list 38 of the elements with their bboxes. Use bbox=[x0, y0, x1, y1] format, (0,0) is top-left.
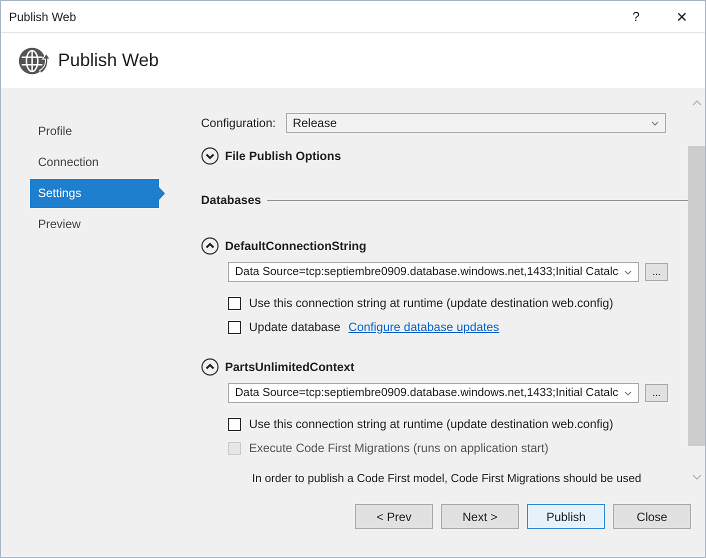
dropdown-chevron-icon bbox=[650, 120, 659, 126]
dialog-heading: Publish Web bbox=[58, 50, 159, 71]
connection-name: DefaultConnectionString bbox=[225, 239, 366, 253]
window-title: Publish Web bbox=[9, 10, 78, 24]
browse-button[interactable]: ... bbox=[645, 263, 668, 281]
sidebar-item[interactable]: Settings bbox=[30, 179, 165, 208]
checkbox-label: Update database bbox=[249, 320, 340, 334]
dialog-button[interactable]: Next > bbox=[441, 504, 519, 529]
close-button[interactable]: ✕ bbox=[659, 2, 705, 32]
help-button[interactable]: ? bbox=[613, 2, 659, 32]
scrollbar-thumb[interactable] bbox=[688, 146, 705, 446]
configuration-dropdown[interactable]: Release bbox=[286, 113, 666, 133]
info-text: In order to publish a Code First model, Code First Migrations should be used bbox=[251, 473, 642, 485]
browse-button[interactable]: ... bbox=[645, 384, 668, 402]
checkbox-label: Use this connection string at runtime (update destination web.config) bbox=[249, 296, 614, 310]
expand-icon[interactable] bbox=[201, 147, 219, 165]
checkbox[interactable] bbox=[228, 296, 241, 310]
checkbox-label: Use this connection string at runtime (update destination web.config) bbox=[249, 417, 614, 431]
checkbox[interactable] bbox=[228, 320, 241, 334]
sidebar-item[interactable]: Connection bbox=[30, 148, 165, 177]
checkbox-label: Execute Code First Migrations (runs on application start) bbox=[249, 441, 548, 455]
dialog-button[interactable]: < Prev bbox=[355, 504, 433, 529]
collapse-icon[interactable] bbox=[201, 358, 219, 376]
sidebar-item[interactable]: Preview bbox=[30, 210, 165, 239]
section-title: Databases bbox=[201, 193, 262, 207]
connection-name: PartsUnlimitedContext bbox=[225, 360, 354, 374]
connection-string-dropdown[interactable]: Data Source=tcp:septiembre0909.database.windows.net,1433;Initial Catalc bbox=[228, 383, 639, 403]
sidebar-item[interactable]: Profile bbox=[30, 117, 165, 146]
checkbox[interactable] bbox=[228, 418, 241, 430]
dropdown-chevron-icon bbox=[624, 390, 632, 396]
configuration-label: Configuration: bbox=[201, 116, 276, 130]
collapse-icon[interactable] bbox=[201, 237, 219, 255]
connection-string-dropdown[interactable]: Data Source=tcp:septiembre0909.database.windows.net,1433;Initial Catalc bbox=[228, 262, 639, 282]
dialog-button[interactable]: Close bbox=[613, 504, 691, 529]
configure-link[interactable]: Configure database updates bbox=[348, 320, 500, 334]
dropdown-chevron-icon bbox=[624, 270, 632, 274]
dialog-button[interactable]: Publish bbox=[527, 504, 605, 529]
section-title: File Publish Options bbox=[225, 149, 342, 163]
